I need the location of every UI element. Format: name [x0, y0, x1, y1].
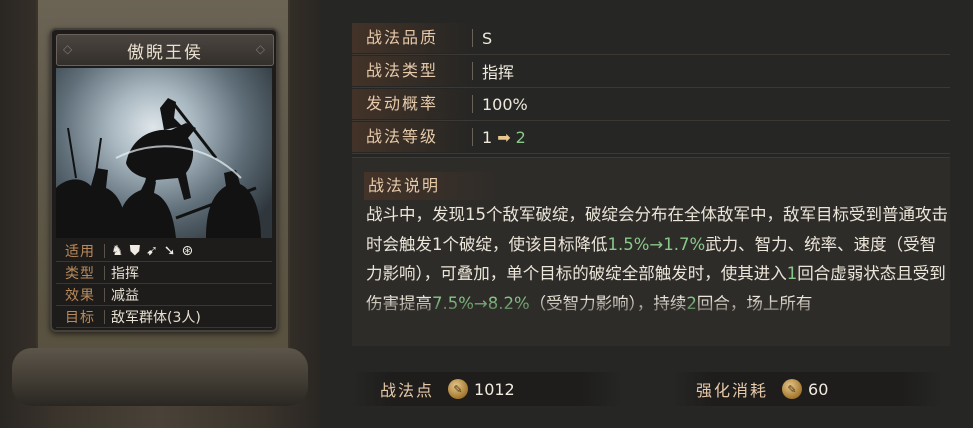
points-label: 战法点	[380, 381, 435, 400]
card-title-bar: ◇ 傲睨王侯 ◇	[56, 34, 274, 66]
info-row-level: 战法等级 1 ➡ 2	[352, 121, 950, 154]
attr-value: 敌军群体(3人)	[111, 309, 201, 326]
attr-label: 适用	[65, 243, 95, 260]
info-row-type: 战法类型 指挥	[352, 55, 950, 88]
info-row-rate: 发动概率 100%	[352, 88, 950, 121]
attr-row-effect: 效果 减益	[56, 284, 272, 306]
attr-label: 类型	[65, 265, 95, 282]
rate-label: 发动概率	[352, 89, 472, 119]
quality-value: S	[482, 28, 493, 48]
tactic-artwork	[56, 68, 272, 238]
chariot-icon: ⊛	[181, 242, 194, 259]
highlight-value: 1.5%→1.7%	[607, 234, 706, 254]
attr-row-target: 目标 敌军群体(3人)	[56, 306, 272, 328]
tactic-info-panel: 战法品质 S 战法类型 指挥 发动概率 100% 战法等级 1 ➡ 2	[352, 22, 950, 154]
tactic-card: ◇ 傲睨王侯 ◇ 适用 ♞ ⛊ ➹ ➘ ⊛ 类型 指挥 效果 减益 目标 敌军群…	[50, 28, 278, 332]
ornament-icon: ◇	[63, 42, 75, 56]
shield-icon: ⛊	[129, 242, 141, 259]
bow-icon: ➹	[146, 242, 158, 259]
description-box[interactable]: 战法说明 战斗中，发现15个敌军破绽，破绽会分布在全体敌军中，敌军目标受到普通攻…	[352, 157, 950, 346]
cost-label: 强化消耗	[696, 381, 769, 400]
level-label: 战法等级	[352, 122, 472, 152]
cost-value: 60	[808, 379, 829, 399]
upgrade-cost: 强化消耗 ✎ 60	[672, 372, 942, 406]
level-to: 2	[515, 127, 526, 147]
tactic-point-icon: ✎	[782, 379, 803, 399]
attr-value: 指挥	[111, 265, 139, 282]
scroll-roll	[12, 348, 308, 406]
tactic-points: 战法点 ✎ 1012	[352, 372, 622, 406]
attr-label: 效果	[65, 287, 95, 304]
ornament-icon: ◇	[255, 42, 267, 56]
arrow-right-icon: ➡	[497, 127, 511, 147]
attr-row-type: 类型 指挥	[56, 262, 272, 284]
rate-value: 100%	[482, 94, 528, 114]
attr-label: 目标	[65, 309, 95, 326]
info-row-quality: 战法品质 S	[352, 22, 950, 55]
cavalry-icon: ♞	[111, 242, 124, 259]
level-from: 1	[482, 127, 493, 147]
quality-label: 战法品质	[352, 23, 472, 53]
attr-value: 减益	[111, 287, 139, 304]
points-value: 1012	[474, 379, 515, 399]
attribute-table: 适用 ♞ ⛊ ➹ ➘ ⊛ 类型 指挥 效果 减益 目标 敌军群体(3人)	[56, 240, 272, 328]
bottom-bar: 战法点 ✎ 1012 强化消耗 ✎ 60	[352, 372, 950, 408]
type-label: 战法类型	[352, 56, 472, 86]
troop-type-icons: ♞ ⛊ ➹ ➘ ⊛	[111, 243, 193, 259]
tactic-name: 傲睨王侯	[127, 42, 203, 63]
description-fade	[352, 298, 950, 346]
highlight-value: 1	[786, 264, 798, 283]
tactic-point-icon: ✎	[448, 379, 469, 399]
attr-row-applicable: 适用 ♞ ⛊ ➹ ➘ ⊛	[56, 240, 272, 262]
description-title: 战法说明	[364, 172, 498, 200]
spear-icon: ➘	[163, 242, 176, 259]
type-value: 指挥	[482, 63, 515, 82]
